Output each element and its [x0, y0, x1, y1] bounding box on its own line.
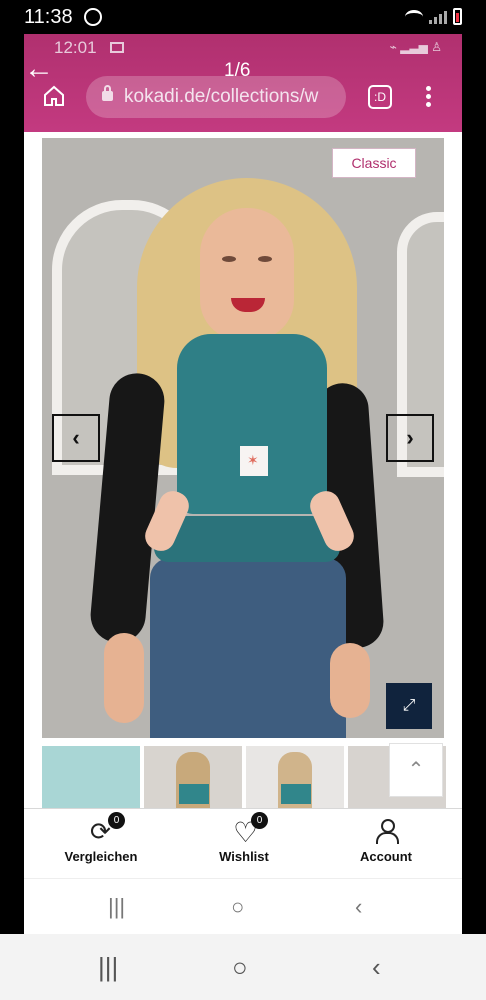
- outer-back-icon[interactable]: ‹: [372, 952, 381, 983]
- compare-count-badge: 0: [108, 812, 125, 829]
- previous-image-button[interactable]: ‹: [52, 414, 100, 462]
- model-hand: [104, 633, 144, 723]
- model-eye: [222, 256, 236, 262]
- product-image: Classic ‹ › ⤢: [42, 138, 444, 738]
- inner-status-icons: ⌁ ▂▃▅ ♙: [389, 40, 442, 54]
- scroll-to-top-button[interactable]: ⌃: [389, 743, 443, 797]
- outer-status-bar: 11:38: [0, 0, 486, 34]
- compare-label: Vergleichen: [64, 849, 138, 864]
- system-back-icon[interactable]: ‹: [355, 894, 362, 920]
- image-notification-icon: [110, 42, 124, 53]
- signal-icon: [429, 10, 447, 24]
- sync-icon: [84, 8, 102, 26]
- model-hand: [330, 643, 370, 718]
- url-text: kokadi.de/collections/w: [124, 86, 319, 107]
- thumbnail-1[interactable]: [42, 746, 140, 808]
- outer-system-navigation: ||| ○ ‹: [0, 934, 486, 1000]
- compare-icon: 0: [86, 812, 125, 847]
- next-image-button[interactable]: ›: [386, 414, 434, 462]
- home-circle-icon[interactable]: ○: [231, 894, 244, 920]
- user-icon: [371, 818, 401, 846]
- home-icon[interactable]: [42, 84, 66, 108]
- carrier-logo-patch: [240, 446, 268, 476]
- battery-icon: [453, 8, 462, 25]
- outer-home-icon[interactable]: ○: [232, 952, 248, 983]
- wishlist-count-badge: 0: [251, 812, 268, 829]
- inner-time: 12:01: [54, 38, 97, 57]
- account-label: Account: [360, 849, 412, 864]
- tabs-icon[interactable]: :D: [368, 85, 392, 109]
- browser-header: 12:01 ⌁ ▂▃▅ ♙ ← 1/6 kokadi.de/collection…: [24, 34, 462, 132]
- more-menu-icon[interactable]: [424, 86, 432, 108]
- recent-apps-icon[interactable]: |||: [108, 894, 125, 920]
- model-smile: [231, 298, 265, 312]
- zoom-button[interactable]: ⤢: [386, 683, 432, 729]
- wifi-icon: [405, 9, 423, 24]
- baby-carrier: [177, 334, 327, 514]
- outer-time: 11:38: [24, 6, 73, 28]
- bottom-navigation: 0 Vergleichen 0 Wishlist Account: [24, 808, 462, 878]
- wishlist-label: Wishlist: [219, 849, 269, 864]
- classic-badge: Classic: [332, 148, 416, 178]
- thumbnail-2[interactable]: [144, 746, 242, 808]
- outer-status-icons: [405, 8, 462, 25]
- phone-screen: 12:01 ⌁ ▂▃▅ ♙ ← 1/6 kokadi.de/collection…: [24, 34, 462, 934]
- account-nav-item[interactable]: Account: [326, 818, 446, 876]
- wishlist-nav-item[interactable]: 0 Wishlist: [184, 812, 304, 876]
- lock-icon: [102, 85, 113, 101]
- outer-recent-apps-icon[interactable]: |||: [98, 952, 118, 983]
- model-eye: [258, 256, 272, 262]
- inner-system-navigation: ||| ○ ‹: [24, 878, 462, 934]
- thumbnail-3[interactable]: [246, 746, 344, 808]
- url-bar[interactable]: kokadi.de/collections/w: [86, 76, 346, 118]
- heart-icon: 0: [229, 812, 268, 849]
- back-arrow-icon[interactable]: ←: [24, 54, 54, 84]
- compare-nav-item[interactable]: 0 Vergleichen: [41, 812, 161, 876]
- model-jeans: [150, 558, 346, 738]
- model-face: [200, 208, 294, 340]
